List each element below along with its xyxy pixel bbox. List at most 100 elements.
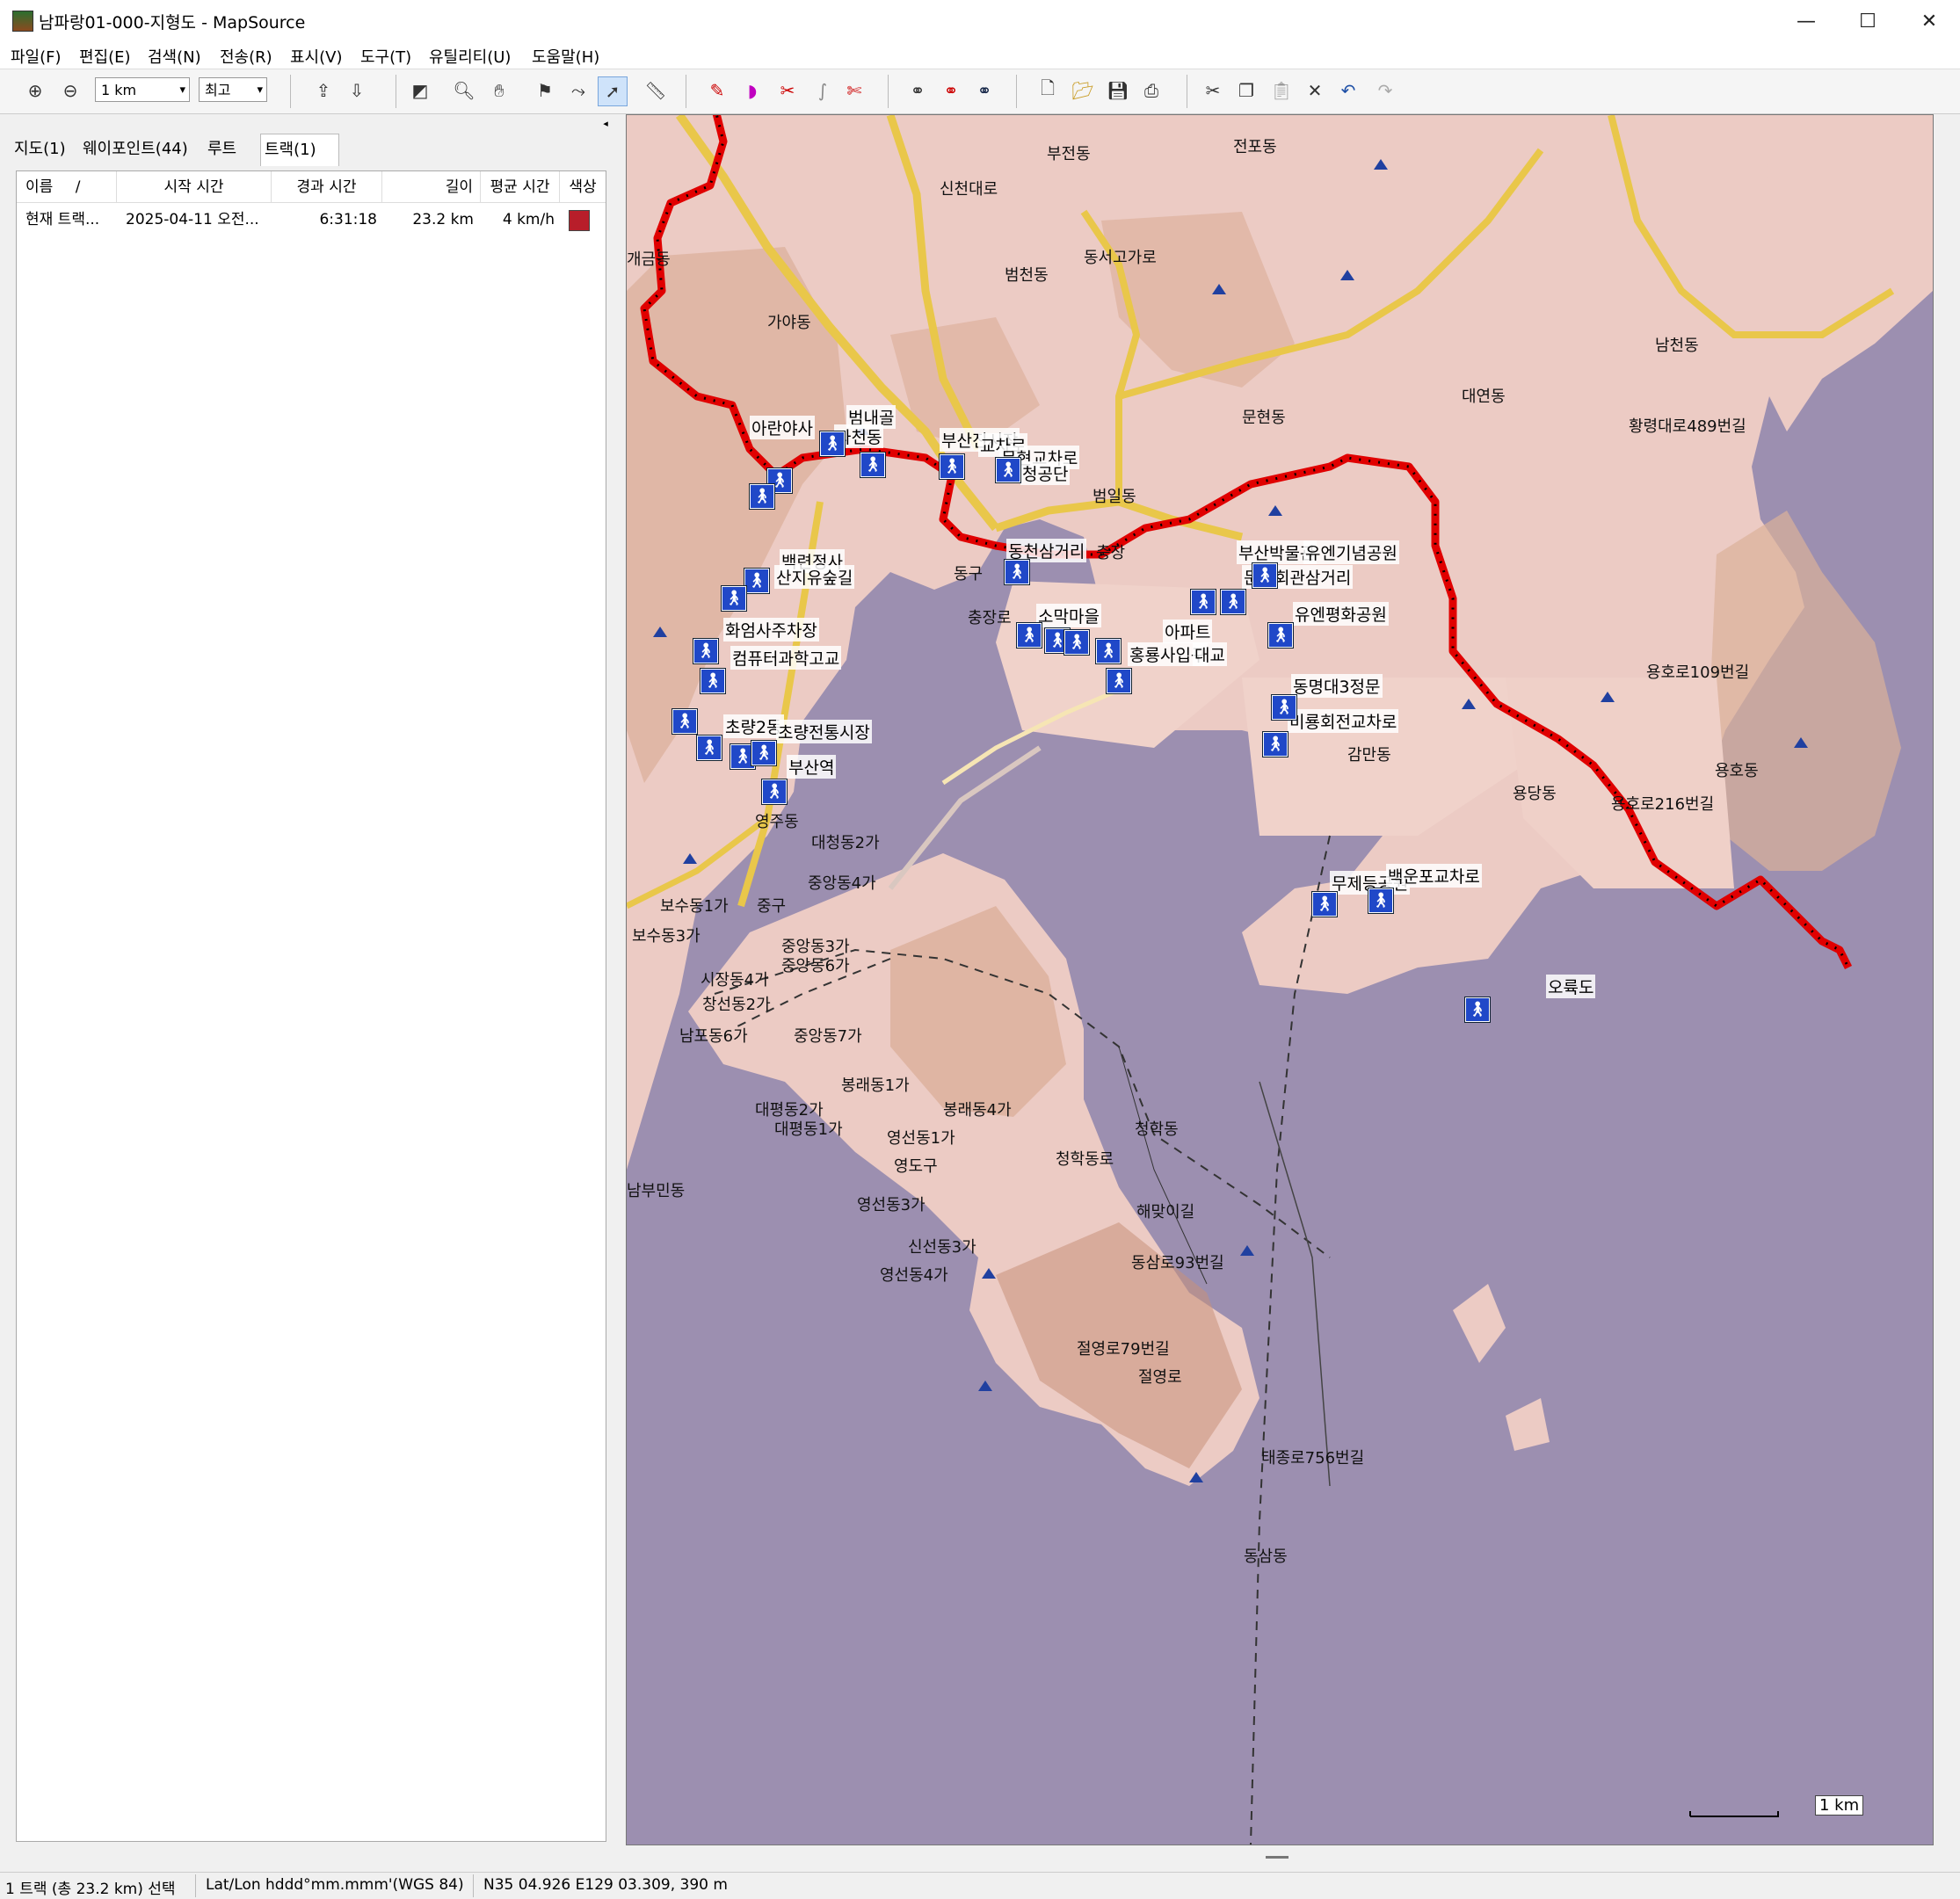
hiker-waypoint-icon[interactable]: 🚶︎ — [672, 709, 697, 734]
hiker-waypoint-icon[interactable]: 🚶︎ — [762, 779, 787, 804]
menu-help[interactable]: 도움말(H) — [532, 45, 599, 68]
waypoint-label[interactable]: 아란야사 — [750, 416, 815, 439]
hiker-waypoint-icon[interactable]: 🚶︎ — [1368, 888, 1393, 913]
waypoint-flag-icon[interactable]: ⚑ — [531, 76, 559, 105]
redo-icon[interactable]: ↷ — [1371, 76, 1399, 105]
hiker-waypoint-icon[interactable]: 🚶︎ — [860, 453, 885, 477]
hiker-waypoint-icon[interactable]: 🚶︎ — [996, 458, 1020, 482]
waypoint-label[interactable]: 유엔평화공원 — [1293, 602, 1389, 626]
copy-icon[interactable]: ❐ — [1232, 76, 1260, 105]
hiker-waypoint-icon[interactable]: 🚶︎ — [1263, 732, 1288, 757]
menu-find[interactable]: 검색(N) — [148, 45, 201, 68]
find-recent-icon[interactable]: ⚭ — [970, 76, 998, 105]
detail-combo[interactable]: 최고 ▾ — [199, 77, 267, 102]
tab-routes[interactable]: 루트 — [204, 134, 240, 165]
track-color-swatch[interactable] — [569, 210, 590, 231]
map-select-icon[interactable]: ◩ — [406, 76, 434, 105]
send-to-device-icon[interactable]: ⇩ — [343, 76, 371, 105]
receive-from-device-icon[interactable]: ⇪ — [309, 76, 338, 105]
hiker-waypoint-icon[interactable]: 🚶︎ — [1096, 639, 1121, 663]
column-header-color[interactable]: 색상 — [560, 171, 606, 203]
track-draw-icon[interactable]: ✎ — [703, 76, 731, 105]
hiker-waypoint-icon[interactable]: 🚶︎ — [940, 454, 964, 479]
print-icon[interactable]: ⎙ — [1137, 76, 1165, 105]
find-binoculars-icon[interactable]: ⚭ — [904, 76, 932, 105]
track-erase-icon[interactable]: ◗ — [738, 76, 766, 105]
find-places-icon[interactable]: ⚭ — [937, 76, 965, 105]
delete-icon[interactable]: ✕ — [1301, 76, 1329, 105]
close-button[interactable]: ✕ — [1898, 0, 1960, 42]
menu-transfer[interactable]: 전송(R) — [220, 45, 272, 68]
hiker-waypoint-icon[interactable]: 🚶︎ — [1005, 560, 1029, 584]
waypoint-label[interactable]: 대교 — [1193, 642, 1227, 666]
column-header-elapsed[interactable]: 경과 시간 — [272, 171, 382, 203]
zoom-out-icon[interactable]: ⊖ — [56, 76, 84, 105]
column-header-avg-speed[interactable]: 평균 시간 — [481, 171, 560, 203]
waypoint-label[interactable]: 동명대3정문 — [1291, 674, 1383, 698]
hiker-waypoint-icon[interactable]: 🚶︎ — [1221, 590, 1245, 614]
hiker-waypoint-icon[interactable]: 🚶︎ — [1252, 563, 1277, 588]
new-file-icon[interactable]: 🗋︎ — [1034, 76, 1062, 105]
track-join-icon[interactable]: ∫ — [809, 76, 837, 105]
hiker-waypoint-icon[interactable]: 🚶︎ — [1017, 623, 1042, 648]
waypoint-label[interactable]: 산지유숲길 — [774, 565, 855, 589]
paste-icon[interactable]: 📋︎ — [1267, 76, 1296, 105]
hiker-waypoint-icon[interactable]: 🚶︎ — [744, 569, 769, 593]
tab-waypoints[interactable]: 웨이포인트(44) — [79, 134, 192, 165]
waypoint-label[interactable]: 미룡회전교차로 — [1288, 709, 1399, 733]
waypoint-label[interactable]: 초량전통시장 — [776, 720, 872, 743]
tab-tracks[interactable]: 트랙(1) — [260, 134, 339, 166]
column-header-name[interactable]: 이름 / — [17, 171, 117, 203]
tab-maps[interactable]: 지도(1) — [11, 134, 69, 165]
menu-utilities[interactable]: 유틸리티(U) — [429, 45, 511, 68]
collapse-panel-icon[interactable]: ◂ — [599, 118, 612, 132]
hiker-waypoint-icon[interactable]: 🚶︎ — [1107, 669, 1131, 693]
panel-resize-handle[interactable] — [1266, 1856, 1289, 1859]
zoom-in-icon[interactable]: ⊕ — [21, 76, 49, 105]
hiker-waypoint-icon[interactable]: 🚶︎ — [1064, 630, 1089, 655]
waypoint-label[interactable]: 컴퓨터과학고교 — [730, 646, 842, 670]
maximize-button[interactable]: ☐ — [1837, 0, 1898, 42]
hiker-waypoint-icon[interactable]: 🚶︎ — [1191, 590, 1216, 614]
column-header-start[interactable]: 시작 시간 — [117, 171, 272, 203]
waypoint-label[interactable]: 오륙도 — [1546, 975, 1596, 998]
zoom-tool-icon[interactable]: 🔍︎ — [450, 76, 478, 105]
hiker-waypoint-icon[interactable]: 🚶︎ — [750, 484, 774, 509]
menu-view[interactable]: 표시(V) — [290, 45, 342, 68]
save-icon[interactable]: 💾︎ — [1104, 76, 1132, 105]
column-header-length[interactable]: 길이 — [382, 171, 481, 203]
cut-icon[interactable]: ✂ — [1199, 76, 1227, 105]
hiker-waypoint-icon[interactable]: 🚶︎ — [693, 639, 718, 663]
waypoint-label[interactable]: 아파트 — [1163, 620, 1213, 643]
track-cut-icon[interactable]: ✄ — [840, 76, 868, 105]
hiker-waypoint-icon[interactable]: 🚶︎ — [701, 669, 725, 693]
hiker-waypoint-icon[interactable]: 🚶︎ — [1268, 623, 1293, 648]
hiker-waypoint-icon[interactable]: 🚶︎ — [1465, 997, 1490, 1022]
hand-tool-icon[interactable]: ✋︎ — [485, 76, 513, 105]
hiker-waypoint-icon[interactable]: 🚶︎ — [697, 736, 722, 760]
hiker-waypoint-icon[interactable]: 🚶︎ — [722, 586, 746, 611]
selection-tool-icon[interactable]: ➚ — [598, 76, 628, 106]
minimize-button[interactable]: — — [1775, 0, 1837, 42]
waypoint-label[interactable]: 소막마을 — [1036, 604, 1101, 627]
distance-ruler-icon[interactable]: 📏︎ — [642, 76, 670, 105]
waypoint-label[interactable]: 백운포교차로 — [1386, 864, 1482, 888]
waypoint-label[interactable]: 화엄사주차장 — [723, 618, 819, 641]
waypoint-label[interactable]: 청공단 — [1020, 461, 1071, 485]
hiker-waypoint-icon[interactable]: 🚶︎ — [1272, 695, 1296, 720]
waypoint-label[interactable]: 유엔기념공원 — [1303, 540, 1399, 564]
hiker-waypoint-icon[interactable]: 🚶︎ — [1312, 892, 1337, 917]
menu-file[interactable]: 파일(F) — [11, 45, 62, 68]
route-tool-icon[interactable]: ⤳ — [564, 76, 592, 105]
waypoint-label[interactable]: 동천삼거리 — [1006, 539, 1087, 562]
menu-edit[interactable]: 편집(E) — [79, 45, 131, 68]
hiker-waypoint-icon[interactable]: 🚶︎ — [820, 431, 845, 456]
hiker-waypoint-icon[interactable]: 🚶︎ — [751, 741, 776, 765]
undo-icon[interactable]: ↶ — [1334, 76, 1362, 105]
waypoint-label[interactable]: 초량2동 — [723, 714, 784, 738]
map-view[interactable]: 부전동 전포동 신천대로 개금동 범천동 동서고가로 가야동 남천동 문현동 대… — [626, 114, 1934, 1845]
scale-combo[interactable]: 1 km ▾ — [95, 77, 190, 102]
open-folder-icon[interactable]: 📂︎ — [1069, 76, 1097, 105]
track-divide-icon[interactable]: ✂ — [773, 76, 802, 105]
menu-tools[interactable]: 도구(T) — [360, 45, 411, 68]
